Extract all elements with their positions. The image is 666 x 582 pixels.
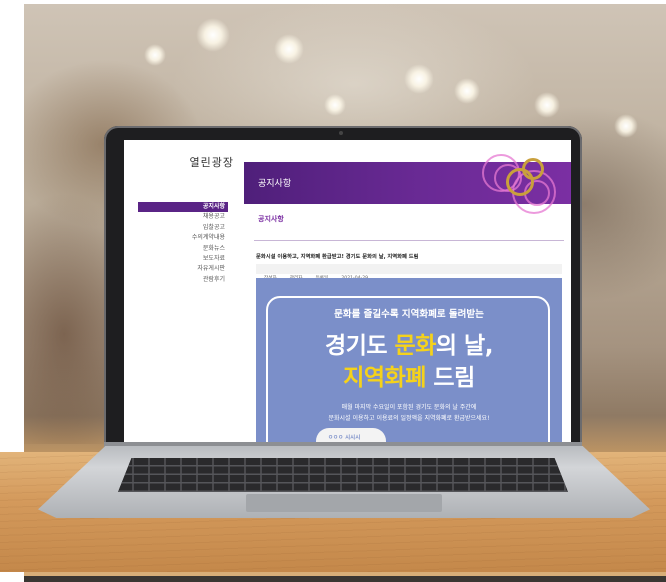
banner-title: 공지사항 (258, 179, 292, 189)
laptop-screen: 열린광장 공지사항 채용공고 입찰공고 수의계약내용 문화뉴스 보도자료 자유게… (124, 140, 571, 442)
section-heading: 공지사항 (258, 215, 284, 223)
trumpet-icon (522, 158, 544, 180)
bokeh-light (324, 94, 346, 116)
nav-item-bid[interactable]: 입찰공고 (138, 223, 228, 233)
bokeh-light (614, 114, 638, 138)
nav-item-review[interactable]: 관람후기 (138, 275, 228, 285)
bokeh-light (404, 64, 434, 94)
bottom-strip (24, 576, 666, 582)
nav-item-notice[interactable]: 공지사항 (138, 202, 228, 213)
webcam-icon (339, 131, 343, 135)
page-banner: 공지사항 (244, 154, 571, 214)
nav-item-press[interactable]: 보도자료 (138, 254, 228, 264)
nav-item-contract[interactable]: 수의계약내용 (138, 233, 228, 243)
site-title: 열린광장 (189, 156, 234, 169)
bokeh-light (144, 44, 166, 66)
nav-item-news[interactable]: 문화뉴스 (138, 244, 228, 254)
event-poster: 문화를 즐길수록 지역화폐로 돌려받는 경기도 문화의 날, 지역화폐 드림 매… (256, 278, 562, 442)
post-meta: 작성자 관리자 등록일 2021-04-29 (256, 264, 562, 281)
keyboard-rows (118, 458, 568, 492)
poster-subtitle: 문화를 즐길수록 지역화폐로 돌려받는 (334, 309, 484, 320)
divider (254, 240, 564, 241)
bokeh-light (454, 78, 480, 104)
poster-cloud-text: ㅇㅇㅇ 시시시 (328, 435, 361, 441)
bokeh-light (274, 34, 304, 64)
sidebar-nav: 공지사항 채용공고 입찰공고 수의계약내용 문화뉴스 보도자료 자유게시판 관람… (138, 202, 228, 285)
laptop-trackpad (246, 494, 442, 512)
nav-item-recruit[interactable]: 채용공고 (138, 212, 228, 222)
poster-description-2: 문화시설 이용하고 이용료의 일정액을 지역화폐로 환급받으세요! (328, 415, 490, 422)
bokeh-light (534, 92, 560, 118)
poster-headline-1: 경기도 문화의 날, (325, 333, 493, 359)
poster-description-1: 매월 마지막 수요일이 포함된 경기도 문화의 날 주간에 (341, 404, 477, 411)
bokeh-light (196, 18, 230, 52)
poster-headline-2: 지역화폐 드림 (343, 365, 475, 391)
post-title: 문화시설 이용하고, 지역화폐 환급받고! 경기도 문화의 날, 지역화폐 드림 (256, 254, 419, 260)
nav-item-board[interactable]: 자유게시판 (138, 264, 228, 274)
